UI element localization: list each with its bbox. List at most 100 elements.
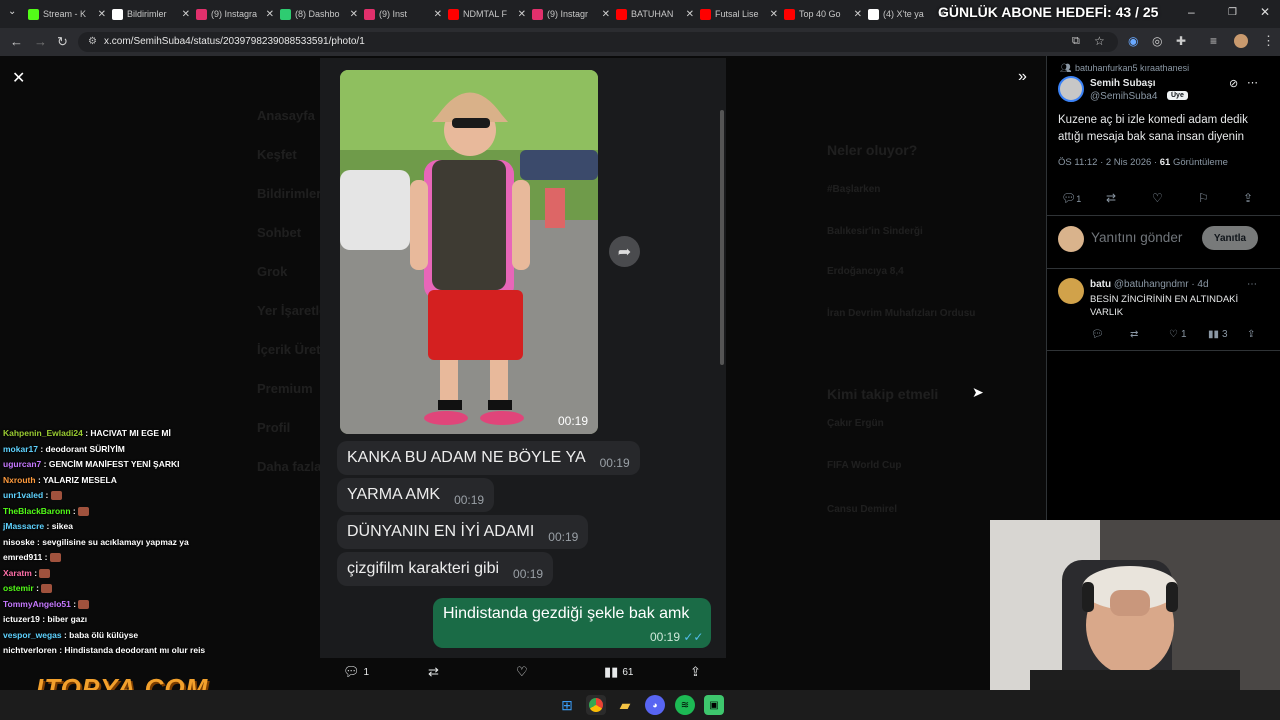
app-icon[interactable]: ▣ [704,695,724,715]
reply-submit-button[interactable]: Yanıtla [1202,226,1258,250]
photo-like-button[interactable]: ♡ [516,664,528,680]
tab-close-icon[interactable]: ✕ [686,9,694,20]
tweet-timestamp[interactable]: ÖS 11:12 · 2 Nis 2026 · [1058,157,1160,168]
forward-icon[interactable]: → [34,34,47,49]
author-name[interactable]: Semih Subaşı [1090,78,1156,89]
photo-repost-button[interactable]: ⇄ [428,664,439,680]
browser-tab[interactable]: (9) Instagr ✕ [532,4,612,24]
extension-audio-icon[interactable]: ◉ [1128,34,1138,48]
chat-username: unr1valed [3,490,44,500]
tweet-share-button[interactable]: ⇪ [1243,191,1253,205]
browser-tab[interactable]: Futsal Lise ✕ [700,4,780,24]
reading-list-icon[interactable]: ≡ [1210,34,1217,48]
divider [1047,350,1280,351]
browser-tab[interactable]: BATUHAN ✕ [616,4,696,24]
browser-tab[interactable]: (8) Dashbo ✕ [280,4,360,24]
comment-views-button[interactable]: ▮▮ 3 [1208,329,1228,340]
reply-input[interactable]: Yanıtını gönder [1091,230,1182,245]
window-close-icon[interactable]: ✕ [1260,5,1270,19]
tab-close-icon[interactable]: ✕ [98,9,106,20]
site-info-icon[interactable]: ⚙ [88,36,97,47]
extensions-puzzle-icon[interactable]: ✚ [1176,34,1186,48]
chat-emote-icon [49,553,61,563]
comment-reply-button[interactable]: 💬︎ [1091,329,1104,340]
back-icon[interactable]: ← [10,34,23,49]
tweet-bookmark-button[interactable]: ⚐ [1198,191,1209,205]
tab-close-icon[interactable]: ✕ [266,9,274,20]
expand-sidebar-icon[interactable]: » [1018,68,1027,86]
chat-text: sevgilisine su acıklamayı yapmaz ya [42,536,189,547]
tweet-like-button[interactable]: ♡ [1152,191,1163,205]
close-photo-icon[interactable]: ✕ [12,68,25,88]
extension-icon[interactable]: ◎ [1152,34,1162,48]
tweet-meta: ÖS 11:12 · 2 Nis 2026 · 61 Görüntüleme [1058,157,1228,168]
more-options-icon[interactable]: ⋯ [1247,76,1258,89]
message-text: KANKA BU ADAM NE BÖYLE YA [347,449,586,466]
message-text: YARMA AMK [347,486,441,503]
comment-avatar[interactable] [1058,278,1084,304]
tab-close-icon[interactable]: ✕ [434,9,442,20]
browser-menu-icon[interactable]: ⋮ [1262,33,1275,49]
browser-tab[interactable]: Stream - K ✕ [28,4,108,24]
chat-message: unr1valed : [3,488,218,504]
author-avatar[interactable] [1058,76,1084,102]
tweet-reply-button[interactable]: 💬︎1 [1061,191,1081,205]
tab-favicon-icon [532,8,543,20]
outgoing-message-time: 00:19 ✓✓ [650,630,703,644]
tab-close-icon[interactable]: ✕ [518,9,526,20]
comment-more-icon[interactable]: ⋯ [1247,279,1257,290]
browser-tab[interactable]: Bildirimler ✕ [112,4,192,24]
browser-tab[interactable]: (9) Instagra ✕ [196,4,276,24]
tab-label: Top 40 Go [799,9,841,19]
tab-close-icon[interactable]: ✕ [854,9,862,20]
comment-author-handle: @batuhangndmr · 4d [1113,279,1209,290]
comment-share-button[interactable]: ⇪ [1247,329,1255,340]
bookmark-star-icon[interactable]: ☆ [1094,34,1105,48]
ghost-trend-item: Kimi takip etmeli [827,386,939,402]
message-text: DÜNYANIN EN İYİ ADAMI [347,523,535,540]
comment-author-name[interactable]: batu [1090,279,1111,290]
discord-icon[interactable]: ◕ [645,695,665,715]
spotify-icon[interactable]: ≋ [675,695,695,715]
maximize-icon[interactable]: ❐ [1228,7,1237,18]
chrome-taskbar-icon[interactable] [586,695,606,715]
photo-reply-button[interactable]: 💬︎ 1 [343,664,369,680]
comment-repost-button[interactable]: ⇄ [1130,329,1138,340]
chat-username: mokar17 [3,443,38,454]
viewer-avatar [1058,226,1084,252]
tab-close-icon[interactable]: ✕ [182,9,190,20]
reload-icon[interactable]: ↻ [57,34,68,50]
author-handle[interactable]: @SemihSuba4 [1090,91,1157,102]
chat-emote-icon [41,584,53,594]
url-text[interactable]: x.com/SemihSuba4/status/2039798239088533… [104,36,365,47]
chat-username: TheBlackBaronn [3,505,71,516]
browser-tab[interactable]: (4) X'te ya ✕ [868,4,948,24]
message-time: 00:19 [599,456,630,470]
windows-start-icon[interactable]: ⊞ [557,695,577,715]
comment-author[interactable]: batu @batuhangndmr · 4d [1090,279,1209,290]
tab-close-icon[interactable]: ✕ [770,9,778,20]
file-explorer-icon[interactable]: ▰ [615,695,635,715]
chat-text: YALARIZ MESELA [43,474,117,485]
minimize-icon[interactable]: – [1188,5,1195,19]
photo-views-button[interactable]: ▮▮ 61 [604,664,633,680]
community-line[interactable]: batuhanfurkan5 kıraathanesi [1075,63,1189,73]
browser-tab[interactable]: NDMTAL F ✕ [448,4,528,24]
ghost-nav-item: Anasayfa [257,108,315,123]
photo-share-button[interactable]: ⇪ [690,664,701,680]
chat-text: baba ölü külüyse [69,629,139,640]
grok-icon[interactable]: ⊘ [1229,77,1238,90]
tab-label: Futsal Lise [715,9,759,19]
comment-like-button[interactable]: ♡ 1 [1169,329,1187,340]
tab-close-icon[interactable]: ✕ [602,9,610,20]
webcam-feed [990,520,1280,690]
browser-tab[interactable]: (9) Inst ✕ [364,4,444,24]
install-app-icon[interactable]: ⧉ [1072,35,1080,48]
tweet-repost-button[interactable]: ⇄ [1106,191,1116,205]
video-thumbnail[interactable] [340,70,598,434]
tab-favicon-icon [196,8,207,20]
browser-tab[interactable]: Top 40 Go ✕ [784,4,864,24]
tab-search-icon[interactable]: ⌄ [8,6,16,17]
profile-avatar[interactable] [1234,34,1248,48]
tab-close-icon[interactable]: ✕ [350,9,358,20]
